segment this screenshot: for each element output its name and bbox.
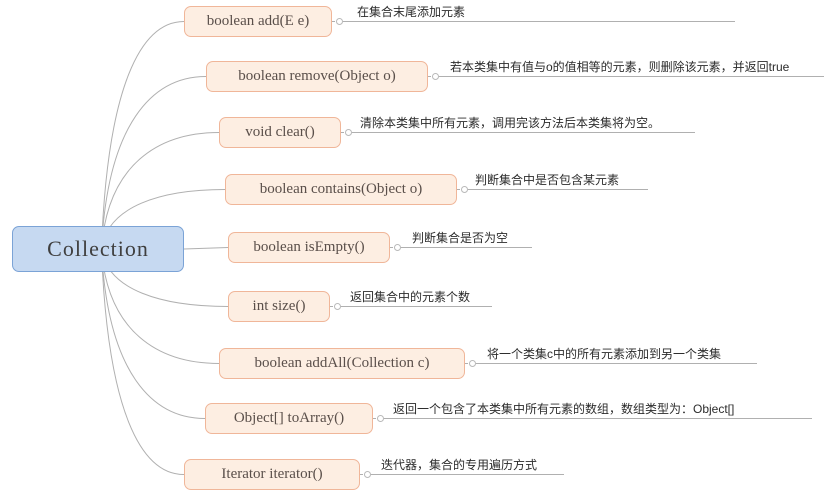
connector-line bbox=[100, 21, 185, 250]
method-node-label: Iterator iterator() bbox=[221, 466, 323, 482]
branch-toggle-dot-icon[interactable] bbox=[460, 186, 468, 193]
connector-line bbox=[100, 248, 206, 419]
method-node-label: int size() bbox=[252, 298, 306, 314]
method-description: 在集合末尾添加元素 bbox=[357, 4, 466, 19]
method-node-label: boolean contains(Object o) bbox=[259, 181, 423, 197]
branch-toggle-dot-icon[interactable] bbox=[468, 360, 476, 367]
method-node-label: boolean remove(Object o) bbox=[238, 68, 396, 84]
branch-toggle-dot-icon[interactable] bbox=[344, 129, 352, 136]
method-description: 将一个类集c中的所有元素添加到另一个类集 bbox=[487, 346, 722, 361]
method-node[interactable]: boolean add(E e) bbox=[184, 6, 332, 37]
method-description: 清除本类集中所有元素，调用完该方法后本类集将为空。 bbox=[360, 115, 661, 130]
method-description: 返回集合中的元素个数 bbox=[350, 289, 471, 304]
method-node[interactable]: boolean isEmpty() bbox=[228, 232, 390, 263]
method-node[interactable]: boolean remove(Object o) bbox=[206, 61, 428, 92]
method-description: 迭代器，集合的专用遍历方式 bbox=[381, 457, 538, 472]
method-node-label: boolean isEmpty() bbox=[253, 239, 365, 255]
branch-toggle-dot-icon[interactable] bbox=[333, 303, 341, 310]
connector-line bbox=[183, 247, 229, 250]
method-node[interactable]: boolean contains(Object o) bbox=[225, 174, 457, 205]
connector-line bbox=[100, 248, 185, 475]
method-description: 判断集合是否为空 bbox=[412, 230, 509, 245]
connector-line bbox=[100, 76, 207, 250]
method-node[interactable]: Object[] toArray() bbox=[205, 403, 373, 434]
method-node[interactable]: Iterator iterator() bbox=[184, 459, 360, 490]
method-description: 若本类集中有值与o的值相等的元素，则删除该元素，并返回true bbox=[450, 59, 790, 74]
branch-toggle-dot-icon[interactable] bbox=[335, 18, 343, 25]
method-node-label: Object[] toArray() bbox=[233, 410, 345, 426]
branch-toggle-dot-icon[interactable] bbox=[376, 415, 384, 422]
method-node-label: boolean addAll(Collection c) bbox=[254, 355, 430, 371]
method-node-label: boolean add(E e) bbox=[206, 13, 310, 29]
branch-toggle-dot-icon[interactable] bbox=[393, 244, 401, 251]
branch-toggle-dot-icon[interactable] bbox=[363, 471, 371, 478]
method-node[interactable]: void clear() bbox=[219, 117, 341, 148]
branch-toggle-dot-icon[interactable] bbox=[431, 73, 439, 80]
method-node[interactable]: boolean addAll(Collection c) bbox=[219, 348, 465, 379]
method-node-label: void clear() bbox=[245, 124, 315, 140]
method-node[interactable]: int size() bbox=[228, 291, 330, 322]
root-node-collection[interactable]: Collection bbox=[12, 226, 184, 272]
mind-map-canvas: Collection boolean add(E e) 在集合末尾添加元素 bool… bbox=[0, 0, 826, 501]
method-description: 返回一个包含了本类集中所有元素的数组，数组类型为：Object[] bbox=[393, 401, 735, 416]
method-description: 判断集合中是否包含某元素 bbox=[475, 172, 620, 187]
